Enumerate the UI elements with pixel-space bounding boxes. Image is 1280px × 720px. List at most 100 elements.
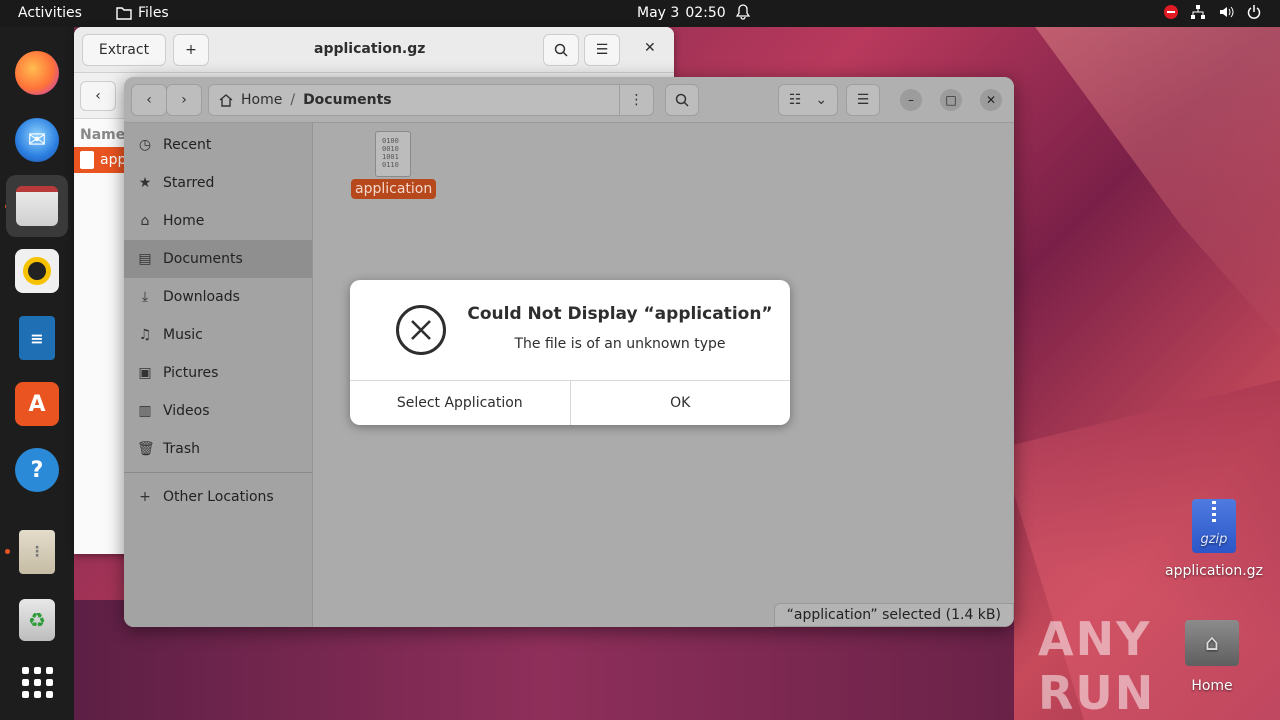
system-tray[interactable]: [1164, 4, 1262, 20]
back-button[interactable]: ‹: [131, 84, 167, 116]
rhythmbox-launcher[interactable]: [6, 240, 68, 302]
sidebar-item-pictures[interactable]: ▣ Pictures: [124, 354, 312, 392]
plus-icon: +: [139, 489, 151, 505]
desktop-file-label: application.gz: [1165, 563, 1263, 579]
main-menu-button[interactable]: ☰: [846, 84, 880, 116]
sidebar-item-documents[interactable]: ▤ Documents: [124, 240, 312, 278]
binary-line: 0110: [382, 161, 399, 169]
gzip-archive-icon: gzip: [1191, 499, 1236, 553]
volume-icon[interactable]: [1218, 4, 1234, 20]
app-menu[interactable]: Files: [116, 5, 169, 21]
archive-manager-launcher[interactable]: ⋮: [6, 521, 68, 583]
extract-button[interactable]: Extract: [82, 34, 166, 66]
sidebar-item-recent[interactable]: ◷ Recent: [124, 126, 312, 164]
path-home[interactable]: Home: [241, 92, 282, 108]
do-not-disturb-icon[interactable]: [1164, 5, 1178, 19]
sidebar-item-label: Home: [163, 213, 205, 229]
firefox-icon: [15, 51, 59, 95]
clock-icon: ◷: [138, 137, 152, 153]
desktop-file-application-gz[interactable]: gzip application.gz: [1165, 499, 1263, 579]
music-icon: ♫: [138, 327, 152, 343]
files-launcher[interactable]: [6, 175, 68, 237]
activities-button[interactable]: Activities: [18, 5, 82, 21]
sidebar-divider: [124, 472, 312, 473]
chevron-down-icon: ⌄: [815, 92, 828, 108]
help-launcher[interactable]: ?: [6, 439, 68, 501]
sidebar-item-music[interactable]: ♫ Music: [124, 316, 312, 354]
firefox-launcher[interactable]: [6, 42, 68, 104]
archive-menu-button[interactable]: ☰: [584, 34, 620, 66]
wallpaper-shape: [1030, 20, 1280, 360]
close-icon: ✕: [985, 93, 997, 107]
sidebar-item-home[interactable]: ⌂ Home: [124, 202, 312, 240]
search-icon: [675, 93, 689, 107]
path-current[interactable]: Documents: [303, 92, 392, 108]
show-apps-button[interactable]: [6, 651, 68, 713]
select-application-button[interactable]: Select Application: [350, 381, 570, 425]
archive-title: application.gz: [314, 41, 426, 57]
binary-line: 1001: [382, 153, 399, 161]
dock: ✉ ≡ A ? ⋮ ♻: [0, 27, 74, 720]
binary-line: 0010: [382, 145, 399, 153]
thunderbird-icon: ✉: [15, 118, 59, 162]
plus-icon: +: [185, 42, 197, 58]
error-dialog: Could Not Display “application” The file…: [350, 280, 790, 425]
hamburger-icon: ☰: [595, 42, 609, 58]
binary-file-icon[interactable]: 0100 0010 1001 0110: [375, 131, 411, 177]
sidebar-item-label: Downloads: [163, 289, 240, 305]
file-name-label[interactable]: application: [351, 179, 437, 199]
minimize-button[interactable]: –: [900, 89, 922, 111]
anyrun-watermark: ANY RUN: [1038, 612, 1156, 720]
error-icon: [396, 305, 446, 355]
power-icon[interactable]: [1246, 4, 1262, 20]
list-view-icon: ☷: [788, 92, 802, 108]
home-icon: ⌂: [140, 213, 150, 229]
archive-close-button[interactable]: ✕: [644, 40, 656, 56]
download-icon: ⤓: [141, 289, 149, 305]
app-store-icon: A: [15, 382, 59, 426]
sidebar-item-downloads[interactable]: ⤓ Downloads: [124, 278, 312, 316]
star-icon: ★: [138, 175, 152, 191]
sidebar-item-label: Other Locations: [163, 489, 274, 505]
archive-back-button[interactable]: ‹: [80, 81, 116, 111]
archive-column-name[interactable]: Name: [80, 127, 125, 143]
path-menu-button[interactable]: ⋮: [619, 85, 653, 115]
path-bar[interactable]: Home / Documents ⋮: [208, 84, 654, 116]
chevron-right-icon: ›: [181, 92, 187, 108]
home-icon: [219, 94, 233, 107]
document-icon: ▤: [138, 251, 152, 267]
vertical-dots-icon: ⋮: [629, 92, 644, 108]
files-icon: [16, 186, 58, 226]
maximize-button[interactable]: □: [940, 89, 962, 111]
ok-button[interactable]: OK: [569, 381, 791, 425]
binary-line: 0100: [382, 137, 399, 145]
archive-search-button[interactable]: [543, 34, 579, 66]
view-options-button[interactable]: ☷ ⌄: [778, 84, 838, 116]
forward-button[interactable]: ›: [166, 84, 202, 116]
document-writer-icon: ≡: [19, 316, 55, 360]
maximize-icon: □: [945, 93, 957, 107]
close-button[interactable]: ✕: [980, 89, 1002, 111]
clock[interactable]: May 3 02:50: [637, 5, 726, 21]
writer-launcher[interactable]: ≡: [6, 307, 68, 369]
minimize-icon: –: [908, 93, 914, 107]
app-center-launcher[interactable]: A: [6, 373, 68, 435]
sidebar-item-videos[interactable]: ▥ Videos: [124, 392, 312, 430]
close-icon: ✕: [644, 40, 656, 56]
dialog-actions: Select Application OK: [350, 380, 790, 425]
notification-bell-icon[interactable]: [735, 4, 751, 24]
video-icon: ▥: [138, 403, 152, 419]
sidebar-item-starred[interactable]: ★ Starred: [124, 164, 312, 202]
search-button[interactable]: [665, 84, 699, 116]
add-button[interactable]: +: [173, 34, 209, 66]
sidebar-item-label: Pictures: [163, 365, 219, 381]
sidebar-item-other-locations[interactable]: + Other Locations: [124, 478, 312, 516]
sidebar-item-label: Videos: [163, 403, 210, 419]
sidebar-item-trash[interactable]: 🗑 Trash: [124, 430, 312, 468]
trash-launcher[interactable]: ♻: [6, 589, 68, 651]
network-icon[interactable]: [1190, 4, 1206, 20]
dialog-message: The file is of an unknown type: [514, 336, 726, 352]
search-icon: [554, 43, 568, 57]
sidebar: ◷ Recent ★ Starred ⌂ Home ▤ Documents ⤓ Downl…: [124, 123, 313, 627]
thunderbird-launcher[interactable]: ✉: [6, 109, 68, 171]
